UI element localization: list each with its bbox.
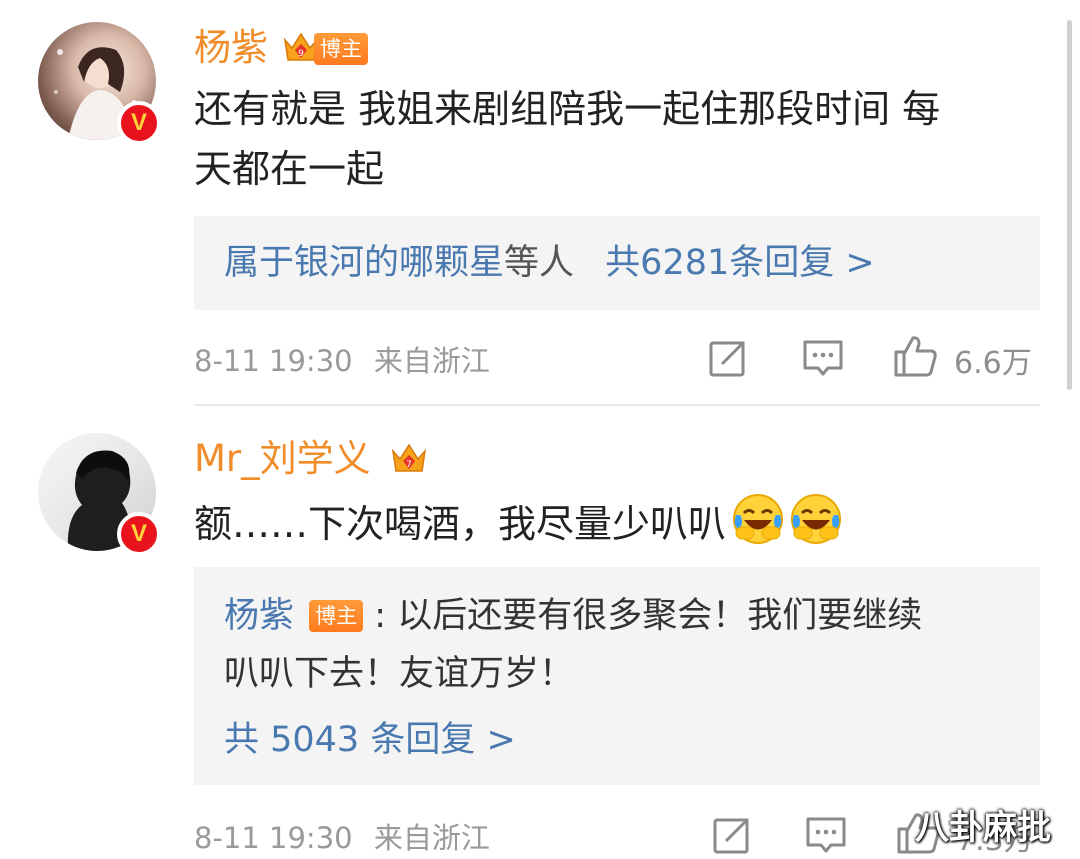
blogger-tag: 博主 — [309, 600, 364, 632]
watermark: 八卦麻批 — [915, 808, 1051, 848]
comment-icon[interactable] — [802, 338, 844, 378]
reply-colon: : — [374, 596, 387, 636]
reply-users-link[interactable]: 属于银河的哪颗星 — [224, 243, 504, 283]
comment-time: 8-11 19:30 — [194, 344, 353, 378]
comment-text: 额……下次喝酒，我尽量少叭叭 — [194, 493, 842, 554]
reply-count-link[interactable]: 共6281条回复 > — [605, 243, 875, 283]
comment-item: V Mr_刘学义 7 额……下次喝酒，我尽量少叭叭 杨紫 博主: 以后还要有很… — [0, 405, 1080, 858]
laugh-cry-emoji-icon — [733, 494, 784, 544]
comment-time: 8-11 19:30 — [194, 821, 353, 855]
comment-text: 还有就是 我姐来剧组陪我一起住那段时间 每 天都在一起 — [194, 79, 940, 199]
reply-text-line: 叭叭下去！友谊万岁！ — [224, 654, 575, 694]
comment-meta: 8-11 19:30 来自浙江 — [194, 815, 490, 857]
reply-author-link[interactable]: 杨紫 — [224, 596, 294, 636]
laugh-cry-emoji-icon — [791, 494, 842, 544]
comment-meta: 8-11 19:30 来自浙江 — [194, 338, 490, 380]
verified-v-icon: V — [117, 101, 161, 145]
comment-author[interactable]: 杨紫 — [194, 26, 268, 70]
svg-text:7: 7 — [406, 460, 412, 470]
reply-preview[interactable]: 属于银河的哪颗星等人 共6281条回复 > — [194, 216, 1040, 310]
comment-item: V 杨紫 9 博主 还有就是 我姐来剧组陪我一起住那段时间 每 天都在一起 属于… — [0, 0, 1080, 405]
reply-etc-text: 等人 — [504, 243, 575, 283]
comment-author[interactable]: Mr_刘学义 — [194, 437, 371, 481]
like-icon[interactable] — [893, 334, 939, 378]
crown-icon: 7 — [391, 443, 427, 472]
like-count: 6.6万 — [954, 346, 1032, 381]
reply-text-line: 以后还要有很多聚会！我们要继续 — [397, 596, 923, 636]
scrollbar[interactable] — [1067, 20, 1072, 390]
comment-icon[interactable] — [805, 815, 847, 855]
comment-location: 来自浙江 — [373, 344, 490, 378]
share-icon[interactable] — [708, 338, 748, 378]
blogger-tag: 博主 — [314, 33, 368, 65]
comment-text-line: 天都在一起 — [194, 147, 385, 191]
comment-text-line: 还有就是 我姐来剧组陪我一起住那段时间 每 — [194, 87, 941, 131]
verified-v-icon: V — [117, 512, 161, 556]
svg-text:9: 9 — [298, 49, 304, 59]
reply-preview[interactable]: 杨紫 博主 : 以后还要有很多聚会！我们要继续 叭叭下去！友谊万岁！ 共 504… — [194, 567, 1040, 785]
comment-text-line: 额……下次喝酒，我尽量少叭叭 — [194, 502, 727, 546]
comment-location: 来自浙江 — [373, 821, 490, 855]
reply-count-link[interactable]: 共 5043 条回复 > — [224, 711, 922, 769]
share-icon[interactable] — [712, 815, 752, 855]
